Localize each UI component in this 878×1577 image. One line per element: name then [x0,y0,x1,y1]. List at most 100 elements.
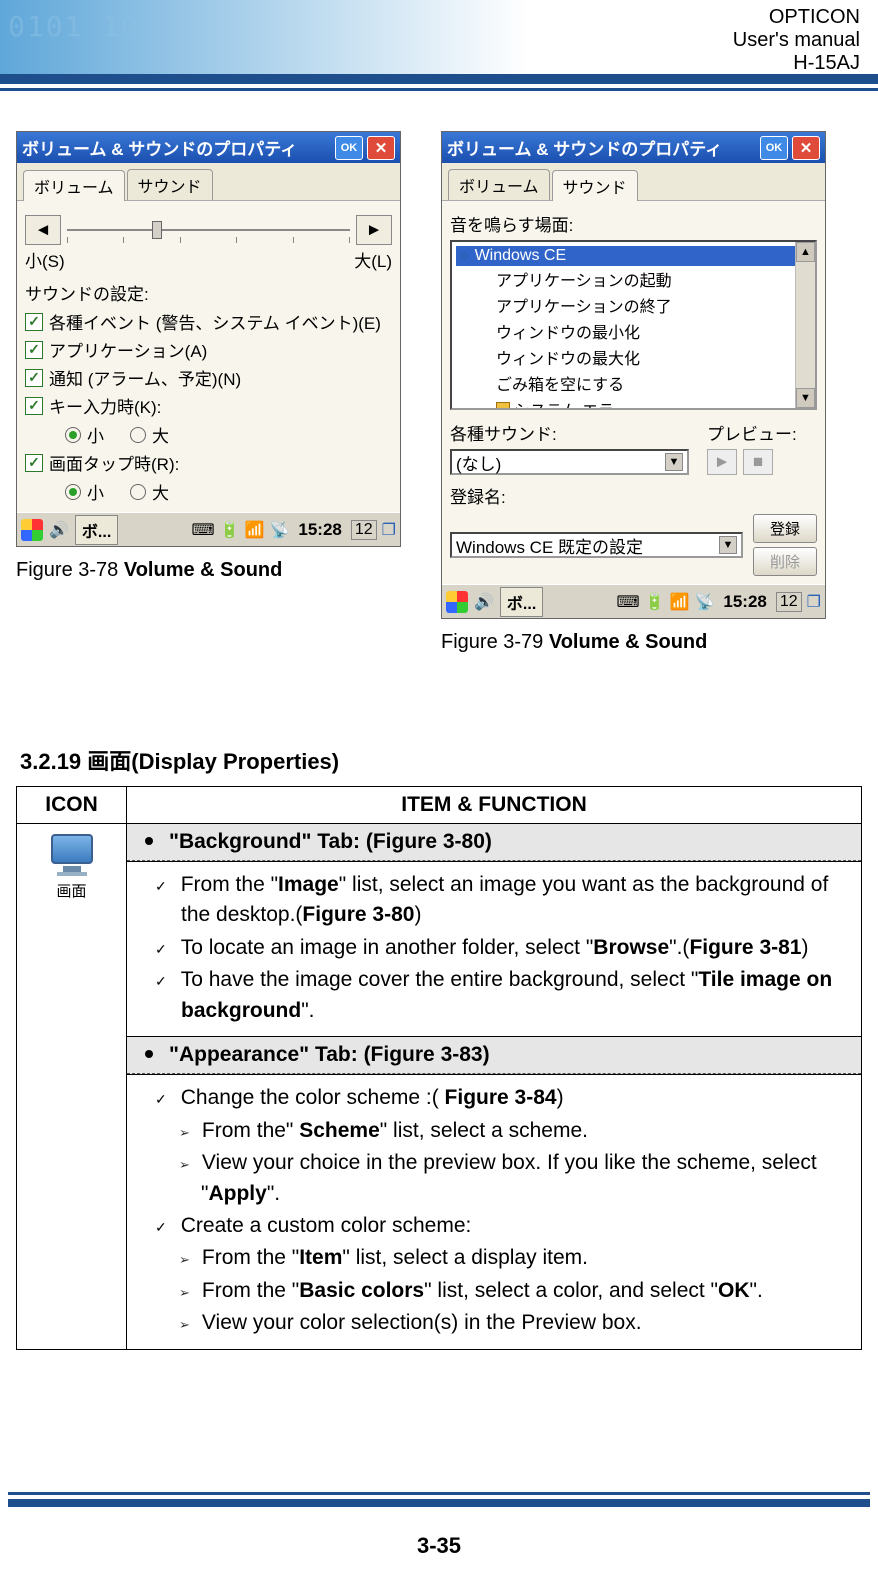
th-icon: ICON [17,787,127,824]
list-item[interactable]: ウィンドウの最小化 [456,318,815,344]
tray-battery-icon[interactable]: 🔋 [220,520,240,540]
list-item[interactable]: Windows CE [475,247,567,265]
window-titlebar: ボリューム & サウンドのプロパティ OK ✕ [442,132,825,163]
list-item[interactable]: アプリケーションの起動 [456,266,815,292]
chevron-down-icon[interactable]: ▼ [665,453,683,471]
tray-antenna-icon[interactable]: 📡 [269,520,289,540]
tab-volume[interactable]: ボリューム [23,170,125,201]
tray-cal[interactable]: 12 [351,520,377,540]
label-notify: 通知 (アラーム、予定)(N) [49,365,241,390]
display-icon [48,834,96,876]
tray-clock: 15:28 [294,520,345,540]
preview-label: プレビュー: [707,420,817,445]
label-keys: キー入力時(K): [49,393,161,418]
tray-clock: 15:28 [719,592,770,612]
scene-label: 音を鳴らす場面: [450,211,817,236]
page-banner: 0101 10 OPTICON User's manual H-15AJ [0,0,878,74]
tray-antenna-icon[interactable]: 📡 [694,592,714,612]
checkbox-apps[interactable]: ✓ [25,341,43,359]
close-button[interactable]: ✕ [792,136,820,160]
radio-key-small[interactable] [65,427,81,443]
header-line2: User's manual [733,29,860,52]
tray-keyboard-icon[interactable]: ⌨ [192,520,215,540]
delete-button: 削除 [753,547,817,576]
label-tap-small: 小 [87,479,104,504]
sound-settings-label: サウンドの設定: [25,280,392,305]
tray-windows-icon[interactable]: ❐ [382,520,396,540]
taskbar-volume-icon[interactable]: 🔊 [474,592,494,612]
tab-sound[interactable]: サウンド [127,169,213,200]
label-events: 各種イベント (警告、システム イベント)(E) [49,309,381,334]
icon-label: 画面 [21,880,122,901]
section-heading: 3.2.19 画面(Display Properties) [20,744,862,776]
footer-rule-thick [8,1499,870,1507]
list-item[interactable]: ウィンドウの最大化 [456,344,815,370]
sound-events-list[interactable]: ❖Windows CE アプリケーションの起動 アプリケーションの終了 ウィンド… [450,240,817,410]
label-small: 小(S) [25,247,65,272]
header-line3: H-15AJ [733,52,860,74]
th-function: ITEM & FUNCTION [127,787,862,824]
label-tap-large: 大 [152,479,169,504]
list-item[interactable]: アプリケーションの終了 [456,292,815,318]
header-rule-thick [0,74,878,84]
volume-down-button[interactable]: ◄ [25,215,61,245]
list-item[interactable]: システム エラー [514,397,630,410]
figure-caption-left: Figure 3-78 Volume & Sound [16,559,401,582]
tray-battery-icon[interactable]: 🔋 [645,592,665,612]
window-title: ボリューム & サウンドのプロパティ [447,135,756,160]
tray-signal-icon[interactable]: 📶 [670,592,690,612]
volume-slider[interactable] [67,215,350,245]
taskbar-app[interactable]: ボ... [500,587,543,617]
radio-tap-large[interactable] [130,484,146,500]
tray-signal-icon[interactable]: 📶 [245,520,265,540]
tab-sound[interactable]: サウンド [552,170,638,201]
footer-rule-thin [8,1492,870,1495]
radio-key-large[interactable] [130,427,146,443]
taskbar-app[interactable]: ボ... [75,515,118,545]
tray-cal[interactable]: 12 [776,592,802,612]
sound-dropdown[interactable]: (なし)▼ [450,449,689,475]
taskbar-volume-icon[interactable]: 🔊 [49,520,69,540]
label-key-small: 小 [87,422,104,447]
scrollbar[interactable]: ▲▼ [795,242,815,408]
stop-button[interactable]: ■ [743,449,773,475]
page-number: 3-35 [0,1533,878,1559]
window-titlebar: ボリューム & サウンドのプロパティ OK ✕ [17,132,400,163]
checkbox-keys[interactable]: ✓ [25,397,43,415]
banner-decor: 0101 10 [8,10,140,43]
checkbox-notify[interactable]: ✓ [25,369,43,387]
speaker-icon [496,402,510,410]
ok-button[interactable]: OK [760,136,788,160]
various-sound-label: 各種サウンド: [450,420,689,445]
checkbox-events[interactable]: ✓ [25,313,43,331]
background-tab-header: "Background" Tab: (Figure 3-80) [127,824,861,861]
appearance-items: Change the color scheme :( Figure 3-84) … [127,1075,861,1349]
label-tap: 画面タップ時(R): [49,450,179,475]
start-icon[interactable] [21,519,43,541]
start-icon[interactable] [446,591,468,613]
volume-up-button[interactable]: ► [356,215,392,245]
header-text: OPTICON User's manual H-15AJ [733,6,860,74]
register-label: 登録名: [450,483,817,508]
register-button[interactable]: 登録 [753,514,817,543]
tray-windows-icon[interactable]: ❐ [807,592,821,612]
play-button[interactable]: ► [707,449,737,475]
list-item[interactable]: ごみ箱を空にする [456,370,815,396]
volume-window: ボリューム & サウンドのプロパティ OK ✕ ボリューム サウンド ◄ [16,131,401,547]
appearance-tab-header: "Appearance" Tab: (Figure 3-83) [127,1037,861,1074]
tray-keyboard-icon[interactable]: ⌨ [617,592,640,612]
sound-window: ボリューム & サウンドのプロパティ OK ✕ ボリューム サウンド 音を鳴らす… [441,131,826,619]
close-button[interactable]: ✕ [367,136,395,160]
figure-caption-right: Figure 3-79 Volume & Sound [441,631,826,654]
windows-icon: ❖ [458,248,471,265]
scheme-dropdown[interactable]: Windows CE 既定の設定▼ [450,532,743,558]
tab-volume[interactable]: ボリューム [448,169,550,200]
label-large: 大(L) [354,247,392,272]
header-line1: OPTICON [733,6,860,29]
taskbar: 🔊 ボ... ⌨ 🔋 📶 📡 15:28 12 ❐ [442,584,825,618]
chevron-down-icon[interactable]: ▼ [719,536,737,554]
checkbox-tap[interactable]: ✓ [25,454,43,472]
window-title: ボリューム & サウンドのプロパティ [22,135,331,160]
ok-button[interactable]: OK [335,136,363,160]
radio-tap-small[interactable] [65,484,81,500]
